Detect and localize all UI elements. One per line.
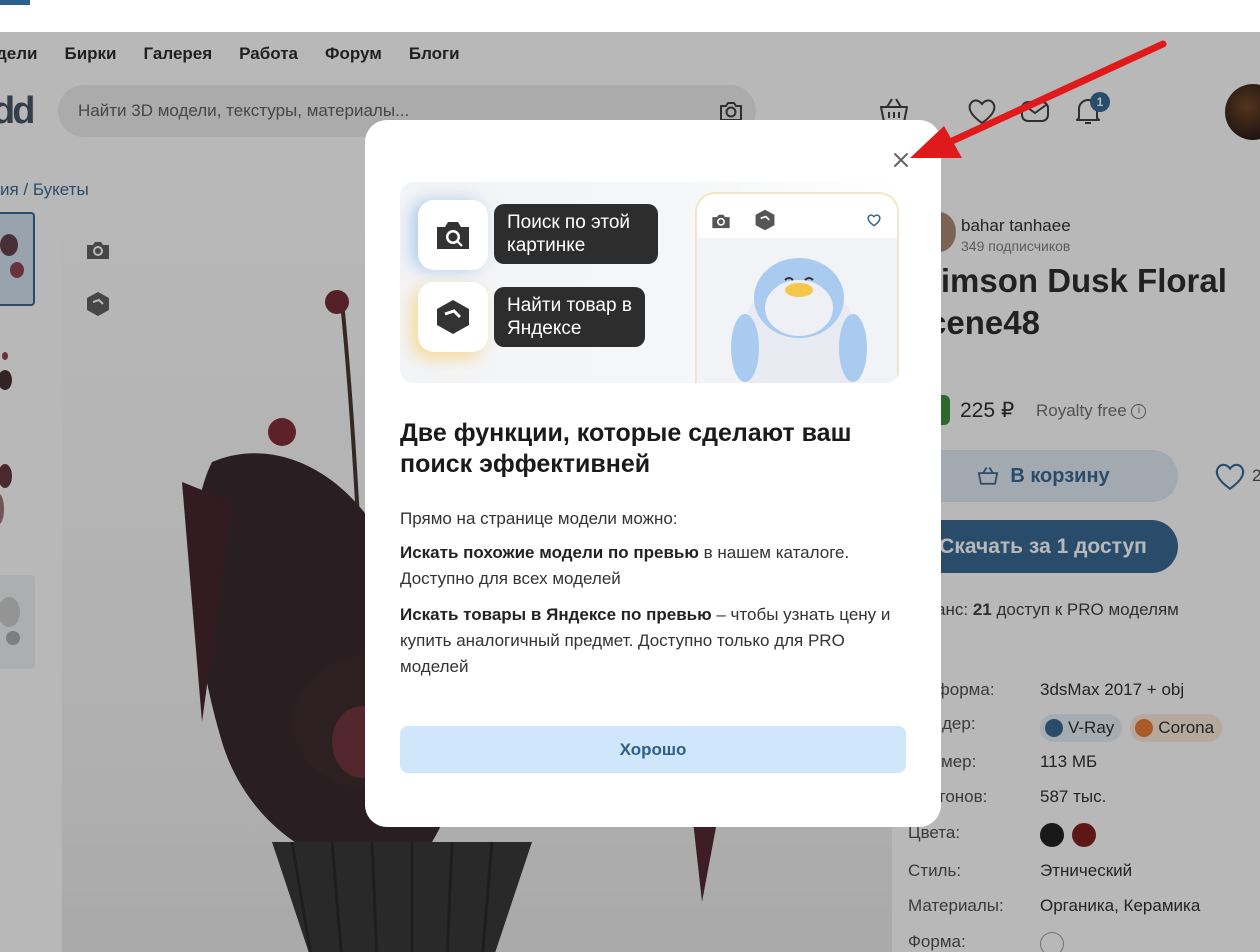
penguin-photo — [697, 238, 897, 383]
paragraph-1-bold: Искать похожие модели по превью — [400, 543, 699, 562]
cube-icon — [755, 209, 775, 231]
phone-mockup — [695, 192, 899, 383]
penguin-toy — [731, 258, 867, 383]
modal-title: Две функции, которые сделают ваш поиск э… — [400, 419, 852, 478]
feature-search-tile — [418, 200, 488, 270]
feature-yandex-tile — [418, 282, 488, 352]
close-icon[interactable] — [891, 150, 911, 170]
cube-icon — [437, 300, 469, 334]
camera-icon — [437, 222, 469, 249]
feature-yandex-label: Найти товар в Яндексе — [494, 287, 645, 347]
feature-search-label: Поиск по этой картинке — [494, 204, 658, 264]
modal-intro: Прямо на странице модели можно: — [400, 509, 678, 528]
paragraph-2-bold: Искать товары в Яндексе по превью — [400, 605, 712, 624]
heart-icon — [867, 214, 881, 227]
feature-modal: Поиск по этой картинке Найти товар в Янд… — [365, 120, 941, 827]
tab-accent — [0, 0, 30, 5]
camera-icon — [712, 214, 730, 229]
promo-illustration: Поиск по этой картинке Найти товар в Янд… — [400, 182, 900, 383]
modal-paragraph-2: Искать товары в Яндексе по превью – чтоб… — [400, 602, 910, 680]
modal-paragraph-1: Искать похожие модели по превью в нашем … — [400, 540, 910, 592]
browser-top-strip — [0, 0, 1260, 32]
ok-button[interactable]: Хорошо — [400, 726, 906, 773]
